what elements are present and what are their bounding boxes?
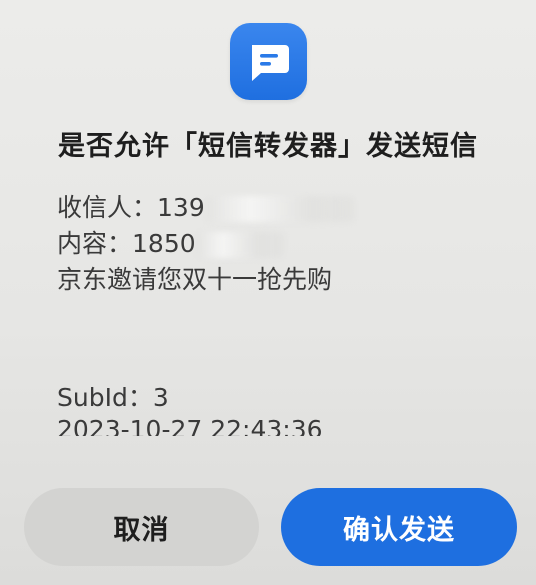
recipient-line: 收信人：139 [57,190,497,226]
message-line: 京东邀请您双十一抢先购 [57,265,333,294]
redacted-recipient-blur [204,196,355,222]
content-line: 内容：1850 [57,226,497,262]
cancel-button[interactable]: 取消 [24,488,259,566]
confirm-send-button[interactable]: 确认发送 [281,488,517,566]
sms-details: 收信人：139 内容：1850 京东邀请您双十一抢先购 [57,190,497,298]
timestamp: 2023-10-27 22:43:36 [57,415,323,436]
recipient-value: 139 [157,193,205,222]
subid-text: SubId：3 [57,383,169,412]
message-icon [252,45,289,81]
redacted-content-blur [195,232,284,258]
content-label: 内容： [57,229,133,258]
permission-dialog: 是否允许「短信转发器」发送短信 收信人：139 内容：1850 京东邀请您双十一… [0,0,536,585]
dialog-title: 是否允许「短信转发器」发送短信 [58,131,478,162]
app-icon [230,23,307,100]
timestamp-container[interactable]: 2023-10-27 22:43:36 [57,414,497,436]
recipient-label: 收信人： [57,193,158,222]
content-value: 1850 [132,229,196,258]
